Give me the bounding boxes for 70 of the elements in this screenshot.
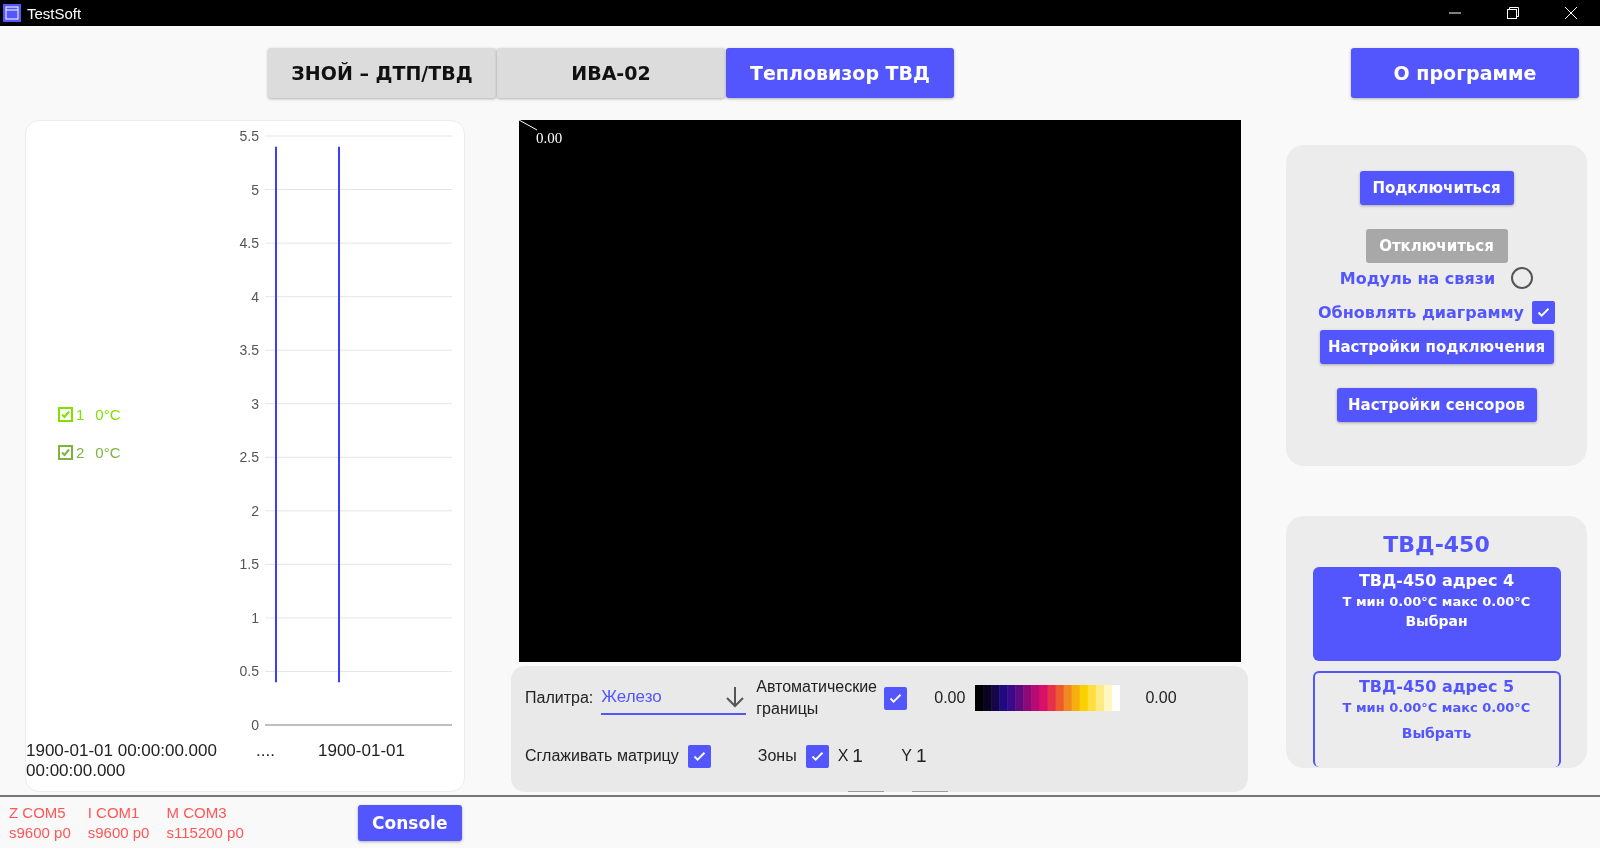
axis-time-label: ....	[256, 741, 276, 761]
axis-tick-label: 1	[250, 609, 259, 626]
port-params: s9600 p0	[87, 822, 150, 843]
port-name: Z COM5	[9, 802, 67, 823]
range-max: 0.00	[1145, 689, 1177, 707]
module-status-label: Модуль на связи	[1339, 268, 1496, 288]
axis-tick-label: 3.5	[239, 342, 259, 359]
axis-tick-label: 5	[250, 181, 259, 198]
axis-tick-label: 5.5	[239, 128, 259, 144]
port-params: s9600 p0	[9, 822, 71, 843]
sensor-action: Выбран	[1405, 613, 1468, 629]
x-label: X	[837, 747, 849, 765]
settings-button[interactable]: Настройки подключения	[1319, 330, 1554, 364]
checkmark-icon	[1536, 305, 1551, 320]
palette-dropdown[interactable]: Железо	[601, 681, 747, 715]
sensor-temps: Т мин 0.00°C макс 0.00°C	[1342, 594, 1531, 609]
axis-time-label: 00:00:00.000	[26, 761, 127, 781]
restore-icon	[1507, 7, 1519, 19]
legend-checkbox[interactable]	[58, 444, 73, 460]
sensor-name: ТВД-450 адрес 4	[1358, 571, 1515, 590]
legend-value: 0°C	[95, 443, 121, 461]
temperature-reading: 0.00	[536, 130, 563, 147]
legend-label: 1	[76, 405, 85, 423]
palette-label: Палитра:	[525, 689, 594, 707]
sensor-card[interactable]: ТВД-450 адрес 5 Т мин 0.00°C макс 0.00°C Выбрать	[1312, 671, 1561, 767]
port-params: s115200 p0	[166, 822, 244, 843]
port-name: I COM1	[87, 802, 141, 823]
zones-label: Зоны	[757, 747, 797, 765]
tab[interactable]: ИВА-02	[497, 48, 725, 98]
auto-bounds-checkbox[interactable]	[884, 686, 908, 710]
settings-button[interactable]: Настройки сенсоров	[1336, 388, 1537, 422]
axis-tick-label: 2	[250, 502, 259, 519]
zones-checkbox[interactable]	[805, 744, 829, 768]
tab[interactable]: ЗНОЙ – ДТП/ТВД	[268, 48, 496, 98]
legend-label: 2	[76, 443, 85, 461]
close-icon	[1564, 6, 1578, 20]
sensors-title: ТВД-450	[1383, 532, 1490, 557]
y-input[interactable]: 1	[912, 720, 948, 792]
connect-button[interactable]: Подключиться	[1359, 171, 1514, 205]
sensor-name: ТВД-450 адрес 5	[1358, 677, 1515, 696]
auto-bounds-label: Автоматические границы	[756, 677, 878, 719]
axis-time-label: 1900-01-01 00:00:00.000	[26, 741, 218, 761]
axis-tick-label: 1.5	[239, 556, 259, 573]
axis-tick-label: 0.5	[239, 663, 259, 680]
sensor-temps: Т мин 0.00°C макс 0.00°C	[1342, 700, 1531, 715]
x-input[interactable]: 1	[848, 720, 885, 792]
axis-tick-label: 4.5	[239, 235, 259, 252]
sensor-card[interactable]: ТВД-450 адрес 4 Т мин 0.00°C макс 0.00°C Выбран	[1312, 567, 1561, 661]
axis-tick-label: 0	[250, 717, 259, 733]
update-chart-label: Обновлять диаграмму	[1318, 303, 1524, 322]
smooth-label: Сглаживать матрицу	[525, 747, 679, 765]
port-name: M COM3	[166, 802, 228, 823]
tab[interactable]: Тепловизор ТВД	[726, 48, 954, 98]
corner-line	[519, 120, 539, 132]
about-button[interactable]: О программе	[1351, 48, 1579, 98]
axis-time-label: 1900-01-01	[318, 741, 406, 761]
legend-checkbox[interactable]	[58, 406, 73, 422]
range-min: 0.00	[934, 689, 966, 707]
y-label: Y	[901, 747, 912, 765]
update-chart-checkbox[interactable]	[1532, 301, 1555, 324]
window-title: TestSoft	[27, 4, 82, 22]
smooth-checkbox[interactable]	[687, 744, 711, 768]
sensor-action: Выбрать	[1401, 725, 1472, 741]
axis-tick-label: 3	[250, 395, 259, 412]
console-button[interactable]: Console	[357, 804, 462, 841]
axis-tick-label: 4	[250, 288, 259, 305]
legend-value: 0°C	[95, 405, 121, 423]
app-icon	[3, 4, 21, 22]
axis-tick-label: 2.5	[239, 449, 259, 466]
arrow-down-icon	[724, 685, 747, 709]
